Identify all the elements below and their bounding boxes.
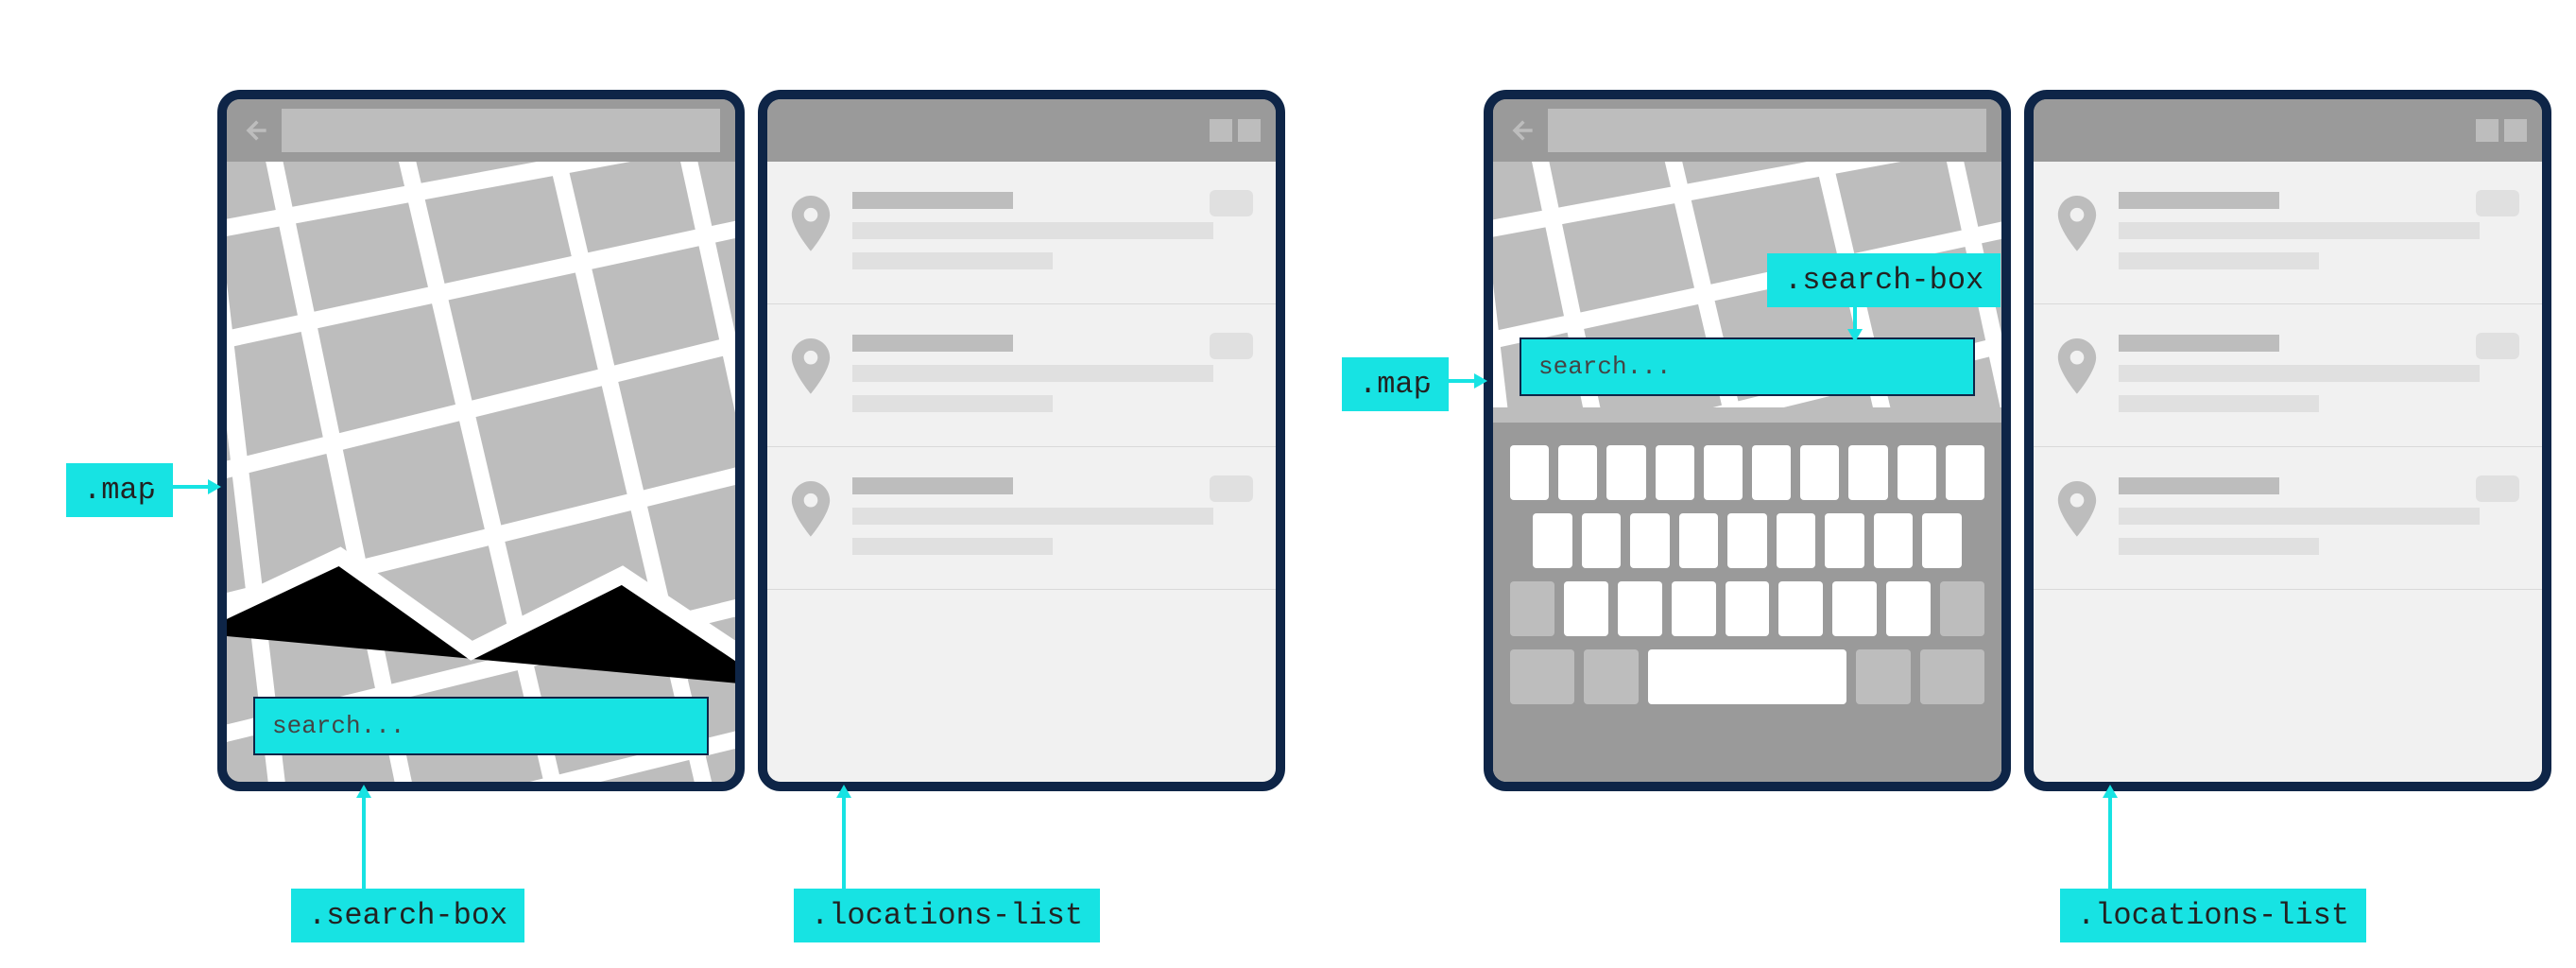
locations-list-device <box>2024 90 2551 791</box>
window-controls-icon <box>2476 119 2527 142</box>
callout-arrow-right-icon <box>149 463 225 515</box>
status-bar <box>1493 99 2001 162</box>
list-item-text <box>2119 190 2519 269</box>
list-item-text <box>852 475 1253 555</box>
back-arrow-icon[interactable] <box>242 117 268 144</box>
list-item-badge <box>2476 333 2519 359</box>
list-item[interactable] <box>2034 162 2542 304</box>
list-item[interactable] <box>767 447 1276 590</box>
map-pin-icon <box>2056 481 2098 538</box>
list-item[interactable] <box>2034 304 2542 447</box>
diagram-pair-right: search... <box>1484 90 2551 791</box>
map-area[interactable]: search... <box>227 162 735 782</box>
list-item-badge <box>1210 190 1253 216</box>
callout-arrow-down-icon <box>1831 299 1879 349</box>
list-item-text <box>852 333 1253 412</box>
back-arrow-icon[interactable] <box>1508 117 1535 144</box>
on-screen-keyboard[interactable] <box>1493 423 2001 782</box>
callout-arrow-up-icon <box>340 785 387 903</box>
list-item[interactable] <box>2034 447 2542 590</box>
search-box-placeholder: search... <box>1538 353 1671 381</box>
callout-arrow-right-icon <box>1425 357 1491 409</box>
map-pin-icon <box>790 196 832 252</box>
map-pin-icon <box>2056 196 2098 252</box>
diagram-pair-left: search... <box>217 90 1285 791</box>
map-pin-icon <box>2056 338 2098 395</box>
list-item[interactable] <box>767 304 1276 447</box>
locations-list[interactable] <box>767 162 1276 782</box>
callout-arrow-up-icon <box>820 785 867 903</box>
locations-list-device <box>758 90 1285 791</box>
search-box-placeholder: search... <box>272 712 404 740</box>
status-bar <box>767 99 1276 162</box>
list-item-badge <box>1210 333 1253 359</box>
list-item-badge <box>2476 190 2519 216</box>
list-item-text <box>2119 333 2519 412</box>
search-box[interactable]: search... <box>253 697 709 755</box>
map-device: search... <box>1484 90 2011 791</box>
map-pin-icon <box>790 338 832 395</box>
window-controls-icon <box>1210 119 1261 142</box>
list-item-badge <box>1210 475 1253 502</box>
locations-list[interactable] <box>2034 162 2542 782</box>
status-bar <box>2034 99 2542 162</box>
list-item[interactable] <box>767 162 1276 304</box>
callout-arrow-up-icon <box>2087 785 2134 903</box>
toolbar-search-field[interactable] <box>282 109 720 152</box>
status-bar <box>227 99 735 162</box>
map-pin-icon <box>790 481 832 538</box>
callout-search-box: .search-box <box>1767 253 2001 307</box>
toolbar-search-field[interactable] <box>1548 109 1986 152</box>
list-item-text <box>852 190 1253 269</box>
list-item-text <box>2119 475 2519 555</box>
map-device: search... <box>217 90 745 791</box>
search-box[interactable]: search... <box>1520 337 1975 396</box>
list-item-badge <box>2476 475 2519 502</box>
callout-search-box: .search-box <box>291 889 524 942</box>
